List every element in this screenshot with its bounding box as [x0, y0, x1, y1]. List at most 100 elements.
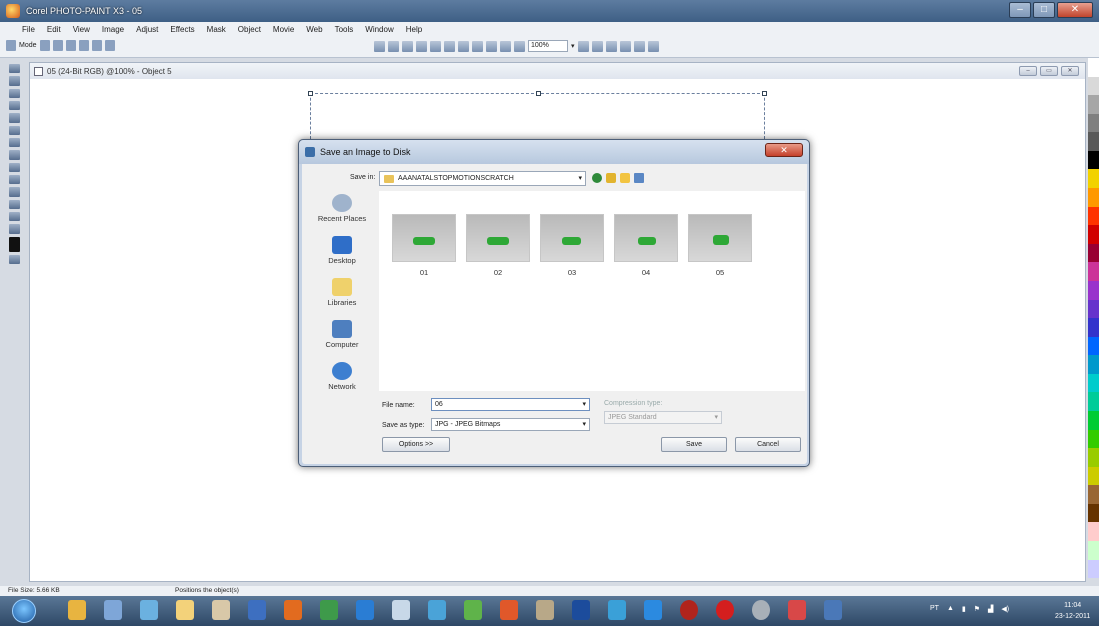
- swatch[interactable]: [1088, 58, 1099, 77]
- text-tool-icon[interactable]: [9, 224, 20, 234]
- menu-help[interactable]: Help: [406, 25, 422, 34]
- doc-minimize-button[interactable]: –: [1019, 66, 1037, 76]
- file-thumbnail[interactable]: [392, 214, 456, 262]
- swatch[interactable]: [1088, 541, 1099, 560]
- undo-icon[interactable]: [472, 40, 483, 52]
- perspective-icon[interactable]: [91, 40, 102, 51]
- copy-icon[interactable]: [444, 40, 455, 52]
- menu-view[interactable]: View: [73, 25, 90, 34]
- save-in-select[interactable]: AAANATALSTOPMOTIONSCRATCH ▾: [379, 171, 586, 186]
- new-folder-icon[interactable]: [620, 173, 630, 183]
- file-label[interactable]: 05: [688, 268, 752, 277]
- menu-edit[interactable]: Edit: [47, 25, 61, 34]
- menu-file[interactable]: File: [22, 25, 35, 34]
- globe-app-icon[interactable]: [464, 600, 482, 620]
- file-name-input[interactable]: 06 ▾: [431, 398, 590, 411]
- file-thumbnail[interactable]: [466, 214, 530, 262]
- paint-tool-icon[interactable]: [9, 162, 20, 173]
- menu-effects[interactable]: Effects: [170, 25, 194, 34]
- place-computer[interactable]: Computer: [310, 320, 374, 349]
- open-icon[interactable]: [388, 40, 399, 52]
- start-button[interactable]: [12, 599, 36, 623]
- powerpoint-app-icon[interactable]: [500, 600, 518, 620]
- save-as-type-select[interactable]: JPG - JPEG Bitmaps ▾: [431, 418, 590, 431]
- menu-object[interactable]: Object: [238, 25, 261, 34]
- selection-handle[interactable]: [536, 91, 541, 96]
- ie-app-icon[interactable]: [356, 600, 374, 620]
- mask-icon[interactable]: [591, 40, 603, 52]
- cut-icon[interactable]: [430, 40, 441, 52]
- maximize-button[interactable]: □: [1033, 2, 1055, 18]
- close-button[interactable]: ✕: [1057, 2, 1093, 18]
- menu-mask[interactable]: Mask: [207, 25, 226, 34]
- eraser-tool-icon[interactable]: [9, 125, 20, 136]
- swatch[interactable]: [1088, 373, 1099, 393]
- mode-icon[interactable]: [6, 40, 16, 51]
- export-icon[interactable]: [514, 40, 525, 52]
- skype-app-icon[interactable]: [752, 600, 770, 620]
- swatch[interactable]: [1088, 206, 1099, 226]
- effect-tool-icon[interactable]: [9, 175, 20, 185]
- grid-icon[interactable]: [633, 40, 645, 52]
- hand-app-icon[interactable]: [212, 600, 230, 620]
- swatch[interactable]: [1088, 299, 1099, 319]
- background-color-icon[interactable]: [9, 254, 20, 265]
- transparency-tool-icon[interactable]: [9, 199, 20, 210]
- people-app-icon[interactable]: [140, 600, 158, 620]
- swatch[interactable]: [1088, 429, 1099, 449]
- word-app-icon[interactable]: [248, 600, 266, 620]
- screen-app-icon[interactable]: [824, 600, 842, 620]
- minimize-button[interactable]: –: [1009, 2, 1031, 18]
- zoom-select[interactable]: 100%: [528, 40, 568, 52]
- folder-app-icon[interactable]: [176, 600, 194, 620]
- place-recent-places[interactable]: Recent Places: [310, 194, 374, 223]
- print-icon[interactable]: [416, 40, 427, 52]
- options-button[interactable]: Options >>: [382, 437, 450, 452]
- menu-adjust[interactable]: Adjust: [136, 25, 158, 34]
- flag-icon[interactable]: ⚑: [974, 605, 980, 613]
- zoom-fit-icon[interactable]: [577, 40, 589, 52]
- save-icon[interactable]: [402, 40, 413, 52]
- file-label[interactable]: 04: [614, 268, 678, 277]
- explorer-app-icon[interactable]: [68, 600, 86, 620]
- redo-icon[interactable]: [486, 40, 497, 52]
- swatch[interactable]: [1088, 280, 1099, 300]
- swatch[interactable]: [1088, 225, 1099, 244]
- file-thumbnail[interactable]: [614, 214, 678, 262]
- swatch[interactable]: [1088, 485, 1099, 504]
- selection-handle[interactable]: [762, 91, 767, 96]
- swatch[interactable]: [1088, 76, 1099, 96]
- menu-window[interactable]: Window: [365, 25, 393, 34]
- menu-tools[interactable]: Tools: [335, 25, 354, 34]
- video-app-icon[interactable]: [644, 600, 662, 620]
- menu-image[interactable]: Image: [102, 25, 124, 34]
- view-menu-icon[interactable]: [634, 173, 644, 183]
- network-icon[interactable]: ▮: [962, 605, 966, 613]
- corel-app-icon[interactable]: [6, 4, 20, 18]
- swatch[interactable]: [1088, 355, 1099, 374]
- menu-movie[interactable]: Movie: [273, 25, 294, 34]
- place-desktop[interactable]: Desktop: [310, 236, 374, 265]
- swatch[interactable]: [1088, 113, 1099, 133]
- file-thumbnail[interactable]: [540, 214, 604, 262]
- file-label[interactable]: 02: [466, 268, 530, 277]
- volume-icon[interactable]: ◀): [1001, 605, 1009, 613]
- mask-tool-icon[interactable]: [9, 76, 20, 86]
- selection-handle[interactable]: [308, 91, 313, 96]
- import-icon[interactable]: [500, 40, 511, 52]
- record-app-icon[interactable]: [680, 600, 698, 620]
- swatch[interactable]: [1088, 448, 1099, 467]
- swatch[interactable]: [1088, 243, 1099, 263]
- swatch[interactable]: [1088, 336, 1099, 356]
- fill-tool-icon[interactable]: [9, 187, 20, 197]
- photo-app-icon[interactable]: [536, 600, 554, 620]
- new-icon[interactable]: [374, 40, 385, 52]
- rotate-icon[interactable]: [52, 40, 63, 51]
- object-transform-icon[interactable]: [39, 40, 50, 51]
- terminal-app-icon[interactable]: [572, 600, 590, 620]
- compression-type-select[interactable]: JPEG Standard ▾: [604, 411, 722, 424]
- menu-web[interactable]: Web: [306, 25, 322, 34]
- swatch[interactable]: [1088, 522, 1099, 542]
- dialog-close-button[interactable]: ✕: [765, 143, 803, 157]
- media-app-icon[interactable]: [608, 600, 626, 620]
